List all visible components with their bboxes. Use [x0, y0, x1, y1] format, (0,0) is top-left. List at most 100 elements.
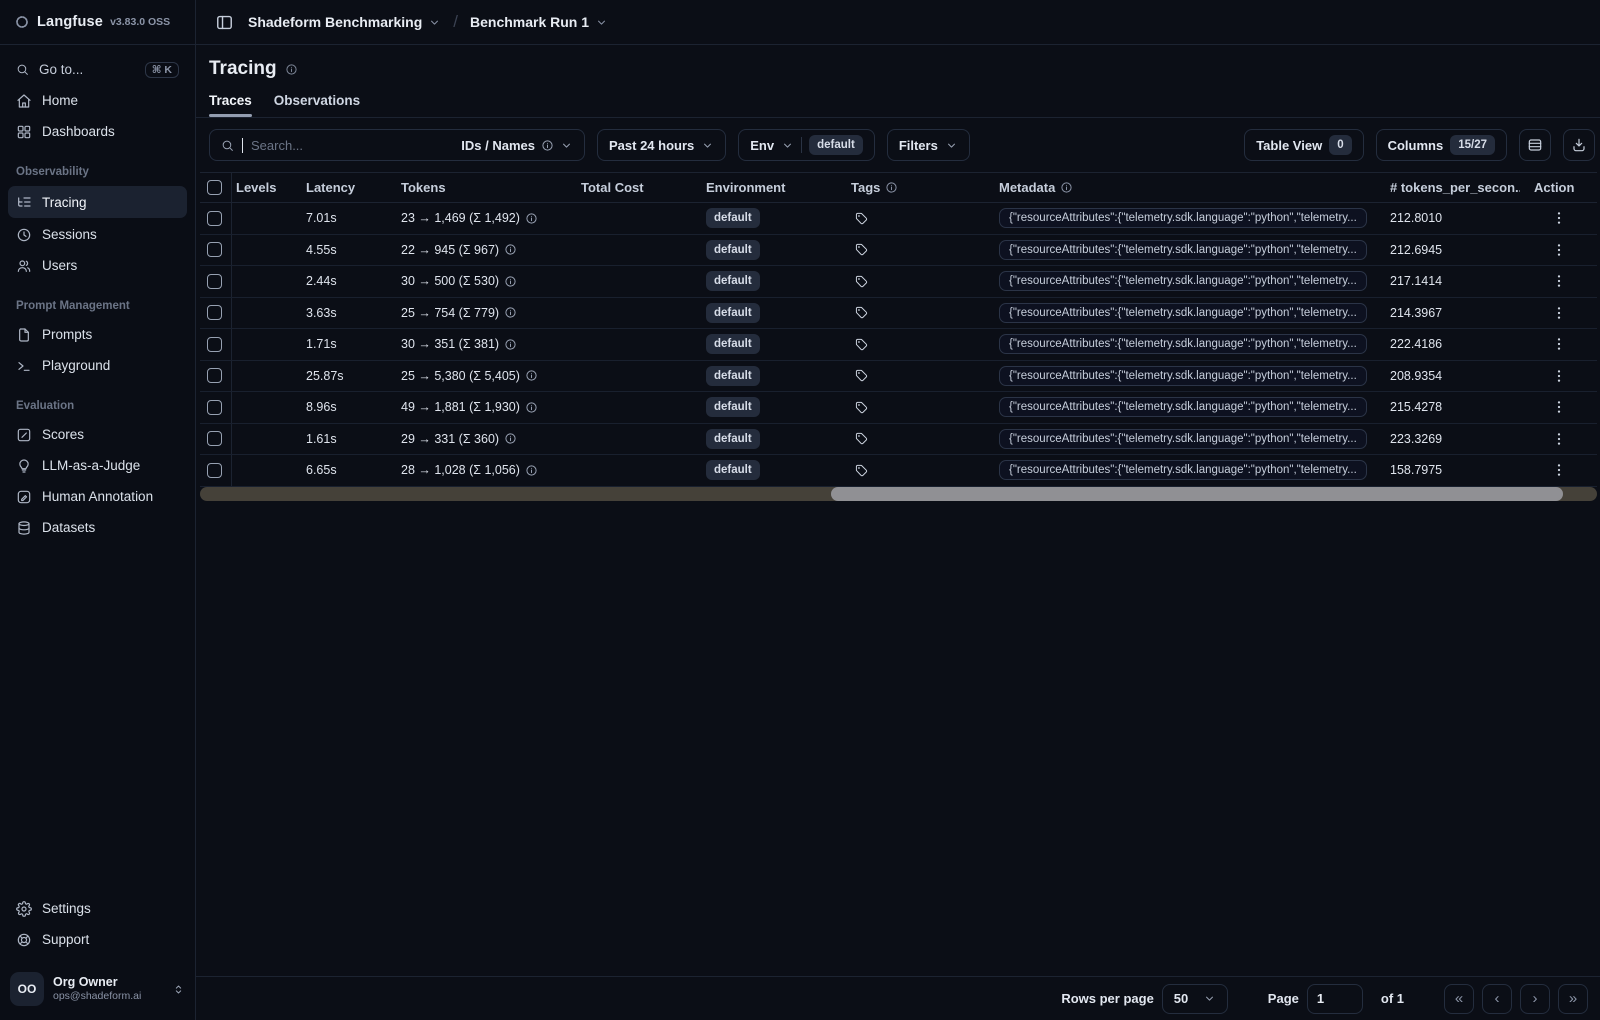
search-icon: [221, 139, 234, 152]
row-height-button[interactable]: [1519, 129, 1551, 161]
table-view-count-badge: 0: [1329, 134, 1352, 156]
info-icon: [1060, 181, 1073, 194]
export-button[interactable]: [1563, 129, 1595, 161]
metadata-cell[interactable]: {"resourceAttributes":{"telemetry.sdk.la…: [999, 208, 1367, 229]
tag-icon[interactable]: [855, 243, 868, 256]
sidebar-item-human-annotation[interactable]: Human Annotation: [8, 482, 187, 511]
row-actions-kebab-icon[interactable]: [1551, 273, 1567, 289]
row-actions-kebab-icon[interactable]: [1551, 305, 1567, 321]
row-checkbox[interactable]: [207, 242, 222, 258]
metadata-cell[interactable]: {"resourceAttributes":{"telemetry.sdk.la…: [999, 334, 1367, 355]
org-switcher[interactable]: Shadeform Benchmarking: [248, 14, 441, 30]
tag-icon[interactable]: [855, 338, 868, 351]
metadata-cell[interactable]: {"resourceAttributes":{"telemetry.sdk.la…: [999, 460, 1367, 481]
row-actions-kebab-icon[interactable]: [1551, 368, 1567, 384]
metadata-cell[interactable]: {"resourceAttributes":{"telemetry.sdk.la…: [999, 397, 1367, 418]
row-actions-kebab-icon[interactable]: [1551, 336, 1567, 352]
info-icon: [525, 369, 538, 382]
metadata-cell[interactable]: {"resourceAttributes":{"telemetry.sdk.la…: [999, 365, 1367, 386]
sidebar-item-tracing[interactable]: Tracing: [8, 186, 187, 218]
sidebar-item-support[interactable]: Support: [8, 925, 187, 954]
tag-icon[interactable]: [855, 432, 868, 445]
sidebar-item-settings[interactable]: Settings: [8, 894, 187, 923]
row-checkbox[interactable]: [207, 273, 222, 289]
horizontal-scrollbar-track[interactable]: [200, 486, 1597, 501]
rows-per-page-label: Rows per page: [1061, 991, 1154, 1006]
sidebar-item-label: Tracing: [42, 194, 87, 210]
trace-row[interactable]: 1.61s 29 → 331 (Σ 360) default {"resourc…: [200, 423, 1597, 455]
info-icon: [504, 243, 517, 256]
metadata-cell[interactable]: {"resourceAttributes":{"telemetry.sdk.la…: [999, 428, 1367, 449]
tab-traces[interactable]: Traces: [209, 93, 252, 117]
col-header-tokens: Tokens: [401, 180, 446, 195]
columns-button[interactable]: Columns 15/27: [1375, 129, 1507, 161]
sidebar-item-datasets[interactable]: Datasets: [8, 513, 187, 542]
page-header: Tracing Traces Observations: [196, 45, 1600, 118]
brand[interactable]: Langfuse v3.83.0 OSS: [0, 0, 195, 45]
sidebar-toggle-button[interactable]: [210, 8, 238, 36]
row-actions-kebab-icon[interactable]: [1551, 399, 1567, 415]
sidebar-item-scores[interactable]: Scores: [8, 420, 187, 449]
row-checkbox[interactable]: [207, 462, 222, 478]
info-icon: [285, 63, 298, 76]
sidebar-item-home[interactable]: Home: [8, 86, 187, 115]
horizontal-scrollbar-thumb[interactable]: [831, 486, 1564, 501]
last-page-button[interactable]: »: [1558, 983, 1588, 1014]
select-all-checkbox[interactable]: [207, 180, 222, 195]
row-actions-kebab-icon[interactable]: [1551, 431, 1567, 447]
tag-icon[interactable]: [855, 275, 868, 288]
trace-row[interactable]: 7.01s 23 → 1,469 (Σ 1,492) default {"res…: [200, 203, 1597, 235]
next-page-button[interactable]: ›: [1520, 983, 1550, 1014]
rows-per-page-select[interactable]: 50: [1161, 983, 1228, 1014]
trace-row[interactable]: 2.44s 30 → 500 (Σ 530) default {"resourc…: [200, 266, 1597, 298]
trace-row[interactable]: 3.63s 25 → 754 (Σ 779) default {"resourc…: [200, 297, 1597, 329]
first-page-button[interactable]: «: [1444, 983, 1474, 1014]
tag-icon[interactable]: [855, 369, 868, 382]
row-checkbox[interactable]: [207, 210, 222, 226]
row-checkbox[interactable]: [207, 368, 222, 384]
row-actions-kebab-icon[interactable]: [1551, 210, 1567, 226]
time-range-button[interactable]: Past 24 hours: [597, 129, 727, 161]
tab-observations[interactable]: Observations: [274, 93, 360, 117]
project-switcher[interactable]: Benchmark Run 1: [470, 14, 608, 30]
trace-row[interactable]: 1.71s 30 → 351 (Σ 381) default {"resourc…: [200, 329, 1597, 361]
breadcrumb-separator: /: [453, 12, 458, 31]
goto-search[interactable]: Go to... ⌘ K: [8, 55, 187, 84]
sidebar-item-llm-as-a-judge[interactable]: LLM-as-a-Judge: [8, 451, 187, 480]
section-evaluation: Evaluation: [16, 400, 75, 412]
row-checkbox[interactable]: [207, 431, 222, 447]
tag-icon[interactable]: [855, 464, 868, 477]
metadata-cell[interactable]: {"resourceAttributes":{"telemetry.sdk.la…: [999, 302, 1367, 323]
main-area: Shadeform Benchmarking / Benchmark Run 1…: [196, 0, 1600, 1020]
metadata-cell[interactable]: {"resourceAttributes":{"telemetry.sdk.la…: [999, 239, 1367, 260]
sidebar-item-prompts[interactable]: Prompts: [8, 320, 187, 349]
trace-row[interactable]: 25.87s 25 → 5,380 (Σ 5,405) default {"re…: [200, 360, 1597, 392]
page-number-input[interactable]: [1306, 983, 1363, 1014]
row-checkbox[interactable]: [207, 305, 222, 321]
env-filter-button[interactable]: Env default: [738, 129, 875, 161]
row-actions-kebab-icon[interactable]: [1551, 462, 1567, 478]
search-input[interactable]: [251, 137, 361, 153]
sidebar-item-label: LLM-as-a-Judge: [42, 458, 141, 473]
sidebar-item-dashboards[interactable]: Dashboards: [8, 117, 187, 146]
metadata-cell[interactable]: {"resourceAttributes":{"telemetry.sdk.la…: [999, 271, 1367, 292]
trace-row[interactable]: 6.65s 28 → 1,028 (Σ 1,056) default {"res…: [200, 455, 1597, 487]
tag-icon[interactable]: [855, 306, 868, 319]
trace-row[interactable]: 8.96s 49 → 1,881 (Σ 1,930) default {"res…: [200, 392, 1597, 424]
tag-icon[interactable]: [855, 401, 868, 414]
previous-page-button[interactable]: ‹: [1482, 983, 1512, 1014]
sidebar-item-sessions[interactable]: Sessions: [8, 220, 187, 249]
trace-row[interactable]: 4.55s 22 → 945 (Σ 967) default {"resourc…: [200, 234, 1597, 266]
sidebar-item-users[interactable]: Users: [8, 251, 187, 280]
tag-icon[interactable]: [855, 212, 868, 225]
environment-badge: default: [706, 208, 760, 229]
sidebar-item-playground[interactable]: Playground: [8, 351, 187, 380]
user-menu[interactable]: OO Org Owner ops@shadeform.ai: [0, 962, 195, 1020]
search-scope-selector[interactable]: IDs / Names: [461, 138, 573, 153]
row-checkbox[interactable]: [207, 399, 222, 415]
filters-button[interactable]: Filters: [886, 129, 970, 161]
table-view-button[interactable]: Table View 0: [1244, 129, 1364, 161]
row-checkbox[interactable]: [207, 336, 222, 352]
search-box[interactable]: IDs / Names: [209, 129, 585, 161]
row-actions-kebab-icon[interactable]: [1551, 242, 1567, 258]
